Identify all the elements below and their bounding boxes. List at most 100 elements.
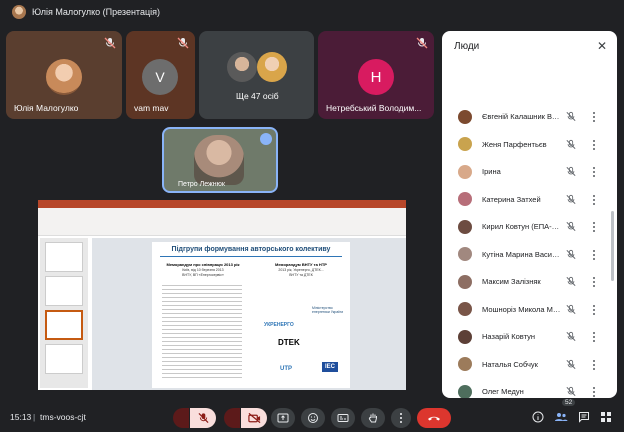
camera-off-icon — [248, 412, 261, 424]
mic-off-icon — [416, 37, 428, 49]
bottom-bar: 15:13 | tms-voos-cjt 52 — [0, 399, 624, 432]
avatar — [458, 357, 472, 372]
participant-row[interactable]: Ірина — [442, 158, 617, 186]
camera-button[interactable] — [241, 408, 267, 428]
mic-off-icon[interactable] — [566, 359, 576, 370]
mic-off-icon[interactable] — [566, 221, 576, 232]
camera-options-button[interactable] — [224, 408, 240, 428]
reactions-button[interactable] — [301, 408, 325, 428]
thumbnail[interactable] — [45, 310, 83, 340]
participant-name: Олег Медун — [482, 387, 524, 397]
participant-row[interactable]: Назарій Ковтун — [442, 323, 617, 351]
close-icon[interactable]: ✕ — [597, 39, 607, 53]
thumbnail[interactable] — [45, 344, 83, 374]
logo-dtek: DTEK — [278, 338, 300, 347]
mic-off-icon[interactable] — [566, 331, 576, 342]
participant-row[interactable]: Катерина Затхей — [442, 186, 617, 214]
tile-name: Нетребський Володим... — [326, 103, 422, 113]
document-scan — [162, 282, 242, 378]
more-participants-tile[interactable]: Ще 47 осіб — [199, 31, 314, 119]
avatar-initial: V — [155, 69, 165, 85]
mic-off-icon[interactable] — [566, 276, 576, 287]
activities-icon[interactable] — [600, 411, 612, 423]
shared-presentation: Підгрупи формування авторського колектив… — [38, 200, 406, 390]
ribbon — [38, 208, 406, 236]
mic-off-icon[interactable] — [566, 194, 576, 205]
more-vert-icon[interactable] — [592, 221, 596, 233]
avatar: V — [142, 59, 178, 95]
left-heading: Меморандум про співпрацю 2013 рік — [166, 262, 240, 267]
participant-row[interactable]: Євгеній Калашник ВДЕ... — [442, 103, 617, 131]
self-video-tile[interactable]: Петро Лежнюк — [162, 127, 278, 193]
present-button[interactable] — [271, 408, 295, 428]
people-count-badge: 52 — [562, 399, 576, 406]
more-vert-icon — [400, 412, 402, 424]
more-options-button[interactable] — [391, 408, 411, 428]
mic-off-icon[interactable] — [566, 111, 576, 122]
more-participants-label: Ще 47 осіб — [236, 91, 279, 101]
call-end-icon — [428, 416, 440, 421]
more-vert-icon[interactable] — [592, 303, 596, 316]
avatar — [257, 52, 287, 82]
participant-row[interactable]: Максим Залізняк — [442, 268, 617, 296]
more-vert-icon[interactable] — [592, 331, 596, 343]
more-vert-icon[interactable] — [592, 358, 596, 371]
mic-off-icon[interactable] — [566, 386, 576, 397]
participant-name: Кутіна Марина Василів... — [482, 249, 562, 259]
more-vert-icon[interactable] — [592, 248, 596, 261]
avatar — [227, 52, 257, 82]
slide-canvas: Підгрупи формування авторського колектив… — [92, 238, 406, 390]
logo-utp: UTP — [280, 366, 292, 372]
tile-name: Юлія Малогулко — [14, 103, 79, 113]
mic-off-icon[interactable] — [566, 249, 576, 260]
participant-row[interactable]: Женя Парфентьєв — [442, 131, 617, 159]
more-vert-icon[interactable] — [592, 166, 596, 178]
avatar — [458, 164, 472, 179]
participant-name: Кирил Ковтун (ЕПА-25м) — [482, 222, 562, 232]
slide: Підгрупи формування авторського колектив… — [152, 242, 350, 388]
avatar — [46, 59, 82, 95]
participant-row[interactable]: Олег Медун — [442, 378, 617, 398]
raise-hand-button[interactable] — [361, 408, 385, 428]
more-vert-icon[interactable] — [592, 138, 596, 151]
more-vert-icon[interactable] — [592, 111, 596, 123]
participant-row[interactable]: Кутіна Марина Василів... — [442, 241, 617, 269]
mic-options-button[interactable] — [173, 408, 189, 428]
more-vert-icon[interactable] — [592, 193, 596, 206]
participant-row[interactable]: Мошноріз Микола Мик... — [442, 296, 617, 324]
more-vert-icon[interactable] — [592, 386, 596, 398]
logo-ministry: Міністерство енергетики України — [312, 306, 344, 314]
avatar — [458, 219, 472, 234]
leave-call-button[interactable] — [417, 408, 451, 428]
logo-iec: IEC — [322, 362, 339, 372]
participant-tile[interactable]: Юлія Малогулко — [6, 31, 122, 119]
people-button[interactable] — [554, 410, 572, 424]
tile-name: Петро Лежнюк — [178, 181, 225, 188]
thumbnail[interactable] — [45, 242, 83, 272]
participant-list: Євгеній Калашник ВДЕ... Женя Парфентьєв Ір… — [442, 103, 617, 398]
chat-icon[interactable] — [578, 411, 590, 423]
participant-name: Назарій Ковтун — [482, 332, 535, 342]
mic-off-icon[interactable] — [566, 139, 576, 150]
avatar — [458, 302, 472, 317]
captions-button[interactable] — [331, 408, 355, 428]
participant-row[interactable]: Кирил Ковтун (ЕПА-25м) — [442, 213, 617, 241]
more-vert-icon[interactable] — [592, 276, 596, 288]
meeting-code: tms-voos-cjt — [40, 412, 86, 422]
presenter-avatar — [12, 5, 26, 19]
participant-tile[interactable]: V vam mav — [126, 31, 195, 119]
avatar — [458, 247, 472, 262]
info-icon[interactable] — [532, 411, 544, 423]
thumbnail[interactable] — [45, 276, 83, 306]
participant-row[interactable]: Наталья Собчук — [442, 351, 617, 379]
participant-tile[interactable]: Н Нетребський Володим... — [318, 31, 434, 119]
hand-icon — [368, 413, 377, 423]
scrollbar[interactable] — [611, 211, 614, 281]
app-titlebar — [38, 200, 406, 208]
top-bar: Юлія Малогулко (Презентація) — [0, 0, 624, 24]
mic-off-icon[interactable] — [566, 304, 576, 315]
participant-name: Катерина Затхей — [482, 194, 541, 204]
mic-button[interactable] — [190, 408, 216, 428]
speaking-indicator — [260, 133, 272, 145]
mic-off-icon[interactable] — [566, 166, 576, 177]
